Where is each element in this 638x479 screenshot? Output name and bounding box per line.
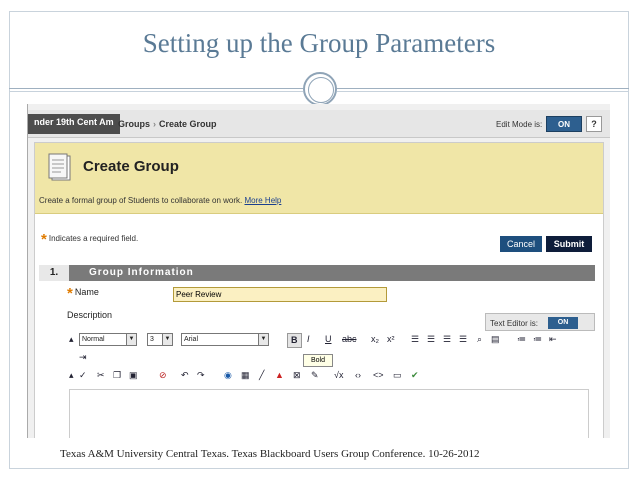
format-value: Normal xyxy=(82,336,105,343)
embed-icon[interactable]: ‹› xyxy=(355,369,361,382)
link-icon[interactable]: ◉ xyxy=(224,369,232,382)
size-value: 3 xyxy=(150,336,154,343)
bold-tooltip: Bold xyxy=(303,354,333,367)
name-label: * Name xyxy=(67,285,99,302)
screenshot: nder 19th Cent Am Groups › Create Group Ed… xyxy=(27,104,610,438)
chevron-down-icon: ▼ xyxy=(162,334,172,345)
name-required-star-icon: * xyxy=(67,285,73,302)
content-panel: Create Group Create a formal group of St… xyxy=(34,142,604,438)
divider-right-thin xyxy=(337,91,629,92)
text-editor-label: Text Editor is: xyxy=(490,319,539,328)
name-input[interactable]: Peer Review xyxy=(173,287,387,302)
required-note-text: Indicates a required field. xyxy=(48,234,139,243)
font-value: Arial xyxy=(184,336,199,343)
collapse-arrow-icon[interactable]: ▴ xyxy=(69,333,74,346)
slide-title: Setting up the Group Parameters xyxy=(142,28,496,58)
edit-mode-toggle[interactable]: ON xyxy=(546,116,582,132)
subscript-icon[interactable]: x₂ xyxy=(371,333,379,346)
align-right-icon[interactable]: ☰ xyxy=(443,333,451,346)
divider-left-thin xyxy=(9,91,303,92)
superscript-icon[interactable]: x² xyxy=(387,333,395,346)
editor-toolbar-row-2: ▴ ✓ ✂ ❐ ▣ ⊘ ↶ ↷ ◉ ▦ ╱ ▲ ⊠ ✎ √x ‹› <> ▭ ✔ xyxy=(69,368,589,384)
breadcrumb-groups[interactable]: Groups xyxy=(118,119,150,129)
editor-toolbar-row-1: ▴ Normal ▼ 3 ▼ Arial ▼ B I U abc x₂ x² ☰ ☰ … xyxy=(69,332,589,348)
breadcrumb-separator-icon: › xyxy=(153,119,157,129)
bold-button[interactable]: B xyxy=(287,333,302,348)
section-number: 1. xyxy=(39,265,69,281)
paste-icon[interactable]: ▣ xyxy=(129,369,138,382)
section-title: Group Information xyxy=(89,267,194,278)
required-star-icon: * xyxy=(41,231,47,248)
align-left-icon[interactable]: ☰ xyxy=(411,333,419,346)
size-select[interactable]: 3 ▼ xyxy=(147,333,173,346)
required-note: * Indicates a required field. xyxy=(41,231,138,248)
redo-icon[interactable]: ↷ xyxy=(197,369,205,382)
page-header: Create Group Create a formal group of St… xyxy=(35,143,603,214)
undo-icon[interactable]: ↶ xyxy=(181,369,189,382)
text-editor-toggle[interactable]: ON xyxy=(548,317,578,329)
name-label-text: Name xyxy=(74,287,99,297)
edit-mode-label: Edit Mode is: xyxy=(496,120,543,129)
cut-icon[interactable]: ✂ xyxy=(97,369,105,382)
chevron-down-icon: ▼ xyxy=(258,334,268,345)
indent-icon[interactable]: ⇥ xyxy=(79,351,87,364)
submit-button[interactable]: Submit xyxy=(546,236,592,252)
create-group-icon xyxy=(48,153,71,181)
format-select[interactable]: Normal ▼ xyxy=(79,333,137,346)
page-description-text: Create a formal group of Students to col… xyxy=(39,196,243,205)
underline-button[interactable]: U xyxy=(325,333,332,346)
divider-left xyxy=(9,88,303,89)
course-menu-button[interactable]: nder 19th Cent Am xyxy=(28,114,120,134)
cancel-button[interactable]: Cancel xyxy=(500,236,542,252)
divider-right xyxy=(337,88,629,89)
help-button[interactable]: ? xyxy=(586,116,602,132)
align-center-icon[interactable]: ☰ xyxy=(427,333,435,346)
numbered-list-icon[interactable]: ≔ xyxy=(517,333,526,346)
breadcrumb-create-group: Create Group xyxy=(159,119,217,129)
chevron-down-icon: ▼ xyxy=(126,334,136,345)
spellcheck-icon[interactable]: ▤ xyxy=(491,333,500,346)
pencil-icon[interactable]: ✎ xyxy=(311,369,319,382)
description-editor[interactable] xyxy=(69,389,589,438)
table-icon[interactable]: ▦ xyxy=(241,369,250,382)
text-color-icon[interactable]: ▲ xyxy=(275,369,284,382)
outdent-icon[interactable]: ⇤ xyxy=(549,333,557,346)
description-label: Description xyxy=(67,310,113,320)
line-icon[interactable]: ╱ xyxy=(259,369,264,382)
fullscreen-icon[interactable]: ▭ xyxy=(393,369,402,382)
justify-icon[interactable]: ☰ xyxy=(459,333,467,346)
breadcrumb: Groups › Create Group xyxy=(118,119,217,129)
slide-footer: Texas A&M University Central Texas. Texa… xyxy=(60,448,480,460)
copy-icon[interactable]: ❐ xyxy=(113,369,121,382)
html-icon[interactable]: <> xyxy=(373,369,384,382)
more-help-link[interactable]: More Help xyxy=(244,196,281,205)
strikethrough-button[interactable]: abc xyxy=(342,333,357,346)
ring-ornament-icon xyxy=(303,72,337,106)
bullet-list-icon[interactable]: ≔ xyxy=(533,333,542,346)
clear-format-icon[interactable]: ⊘ xyxy=(159,369,167,382)
page-description: Create a formal group of Students to col… xyxy=(39,196,281,205)
collapse-arrow-icon[interactable]: ▴ xyxy=(69,369,74,382)
font-select[interactable]: Arial ▼ xyxy=(181,333,269,346)
page-title: Create Group xyxy=(83,158,179,175)
italic-button[interactable]: I xyxy=(307,333,310,346)
mashup-icon[interactable]: ✔ xyxy=(411,369,419,382)
find-icon[interactable]: ⌕ xyxy=(477,333,482,346)
course-topbar: nder 19th Cent Am Groups › Create Group Ed… xyxy=(28,110,610,138)
highlight-icon[interactable]: ⊠ xyxy=(293,369,301,382)
section-header: 1. Group Information xyxy=(39,265,595,281)
math-icon[interactable]: √x xyxy=(334,369,343,382)
spelling-icon[interactable]: ✓ xyxy=(79,369,87,382)
